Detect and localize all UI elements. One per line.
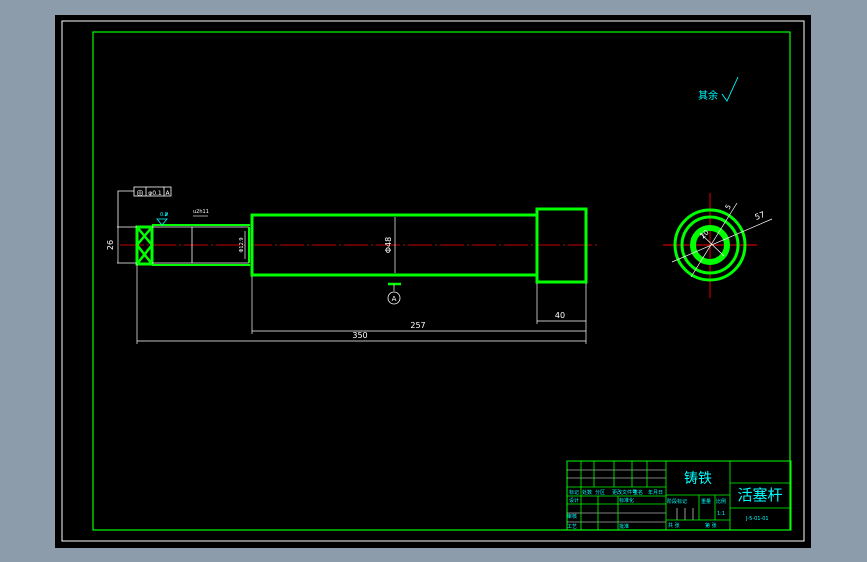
- tb-scale: 1:1: [717, 511, 725, 517]
- datum-label: A: [392, 295, 397, 303]
- dim-body-diameter: Φ48: [384, 237, 393, 253]
- tb-sheet-no: 第 张: [705, 522, 717, 529]
- dim-head-length: 40: [555, 311, 565, 320]
- dim-neck-diameter: Φ12.9: [239, 237, 245, 252]
- tb-signature: 签名: [633, 489, 643, 496]
- tb-date: 年月日: [648, 489, 663, 496]
- tb-stage-mark: 阶段标记: [667, 498, 687, 505]
- tb-approve: 批准: [619, 523, 629, 530]
- concentricity-symbol: ◎: [137, 188, 144, 197]
- tb-mark: 标记: [569, 489, 579, 496]
- tb-design: 设计: [569, 497, 579, 504]
- tb-review: 审核: [567, 513, 577, 520]
- tb-count: 处数: [582, 489, 592, 496]
- tb-scale-label: 比例: [716, 498, 726, 505]
- tb-material: 铸铁: [684, 471, 712, 487]
- tb-sheets-total: 共 张: [668, 522, 680, 529]
- fit-label: u2h11: [193, 209, 209, 215]
- dim-body-length: 257: [410, 321, 425, 330]
- roughness-value: 0.8: [160, 212, 168, 218]
- tb-weight: 重量: [701, 498, 711, 505]
- dim-total-length: 350: [352, 331, 367, 340]
- roughness-note: 其余: [698, 89, 718, 102]
- dim-left-diameter: 26: [106, 240, 115, 250]
- cad-drawing-sheet: ◎ φ0.1 A 0.8 u2h11 26 Φ12.9 Φ48 40 257 3…: [55, 15, 811, 548]
- tb-process: 工艺: [567, 524, 577, 530]
- tb-zone: 分区: [595, 489, 605, 496]
- tolerance-value: φ0.1: [148, 190, 162, 197]
- tb-drawing-no: J-5-01-01: [745, 516, 769, 522]
- tb-part-name: 活塞杆: [737, 486, 782, 504]
- tb-standardization: 标准化: [619, 497, 634, 504]
